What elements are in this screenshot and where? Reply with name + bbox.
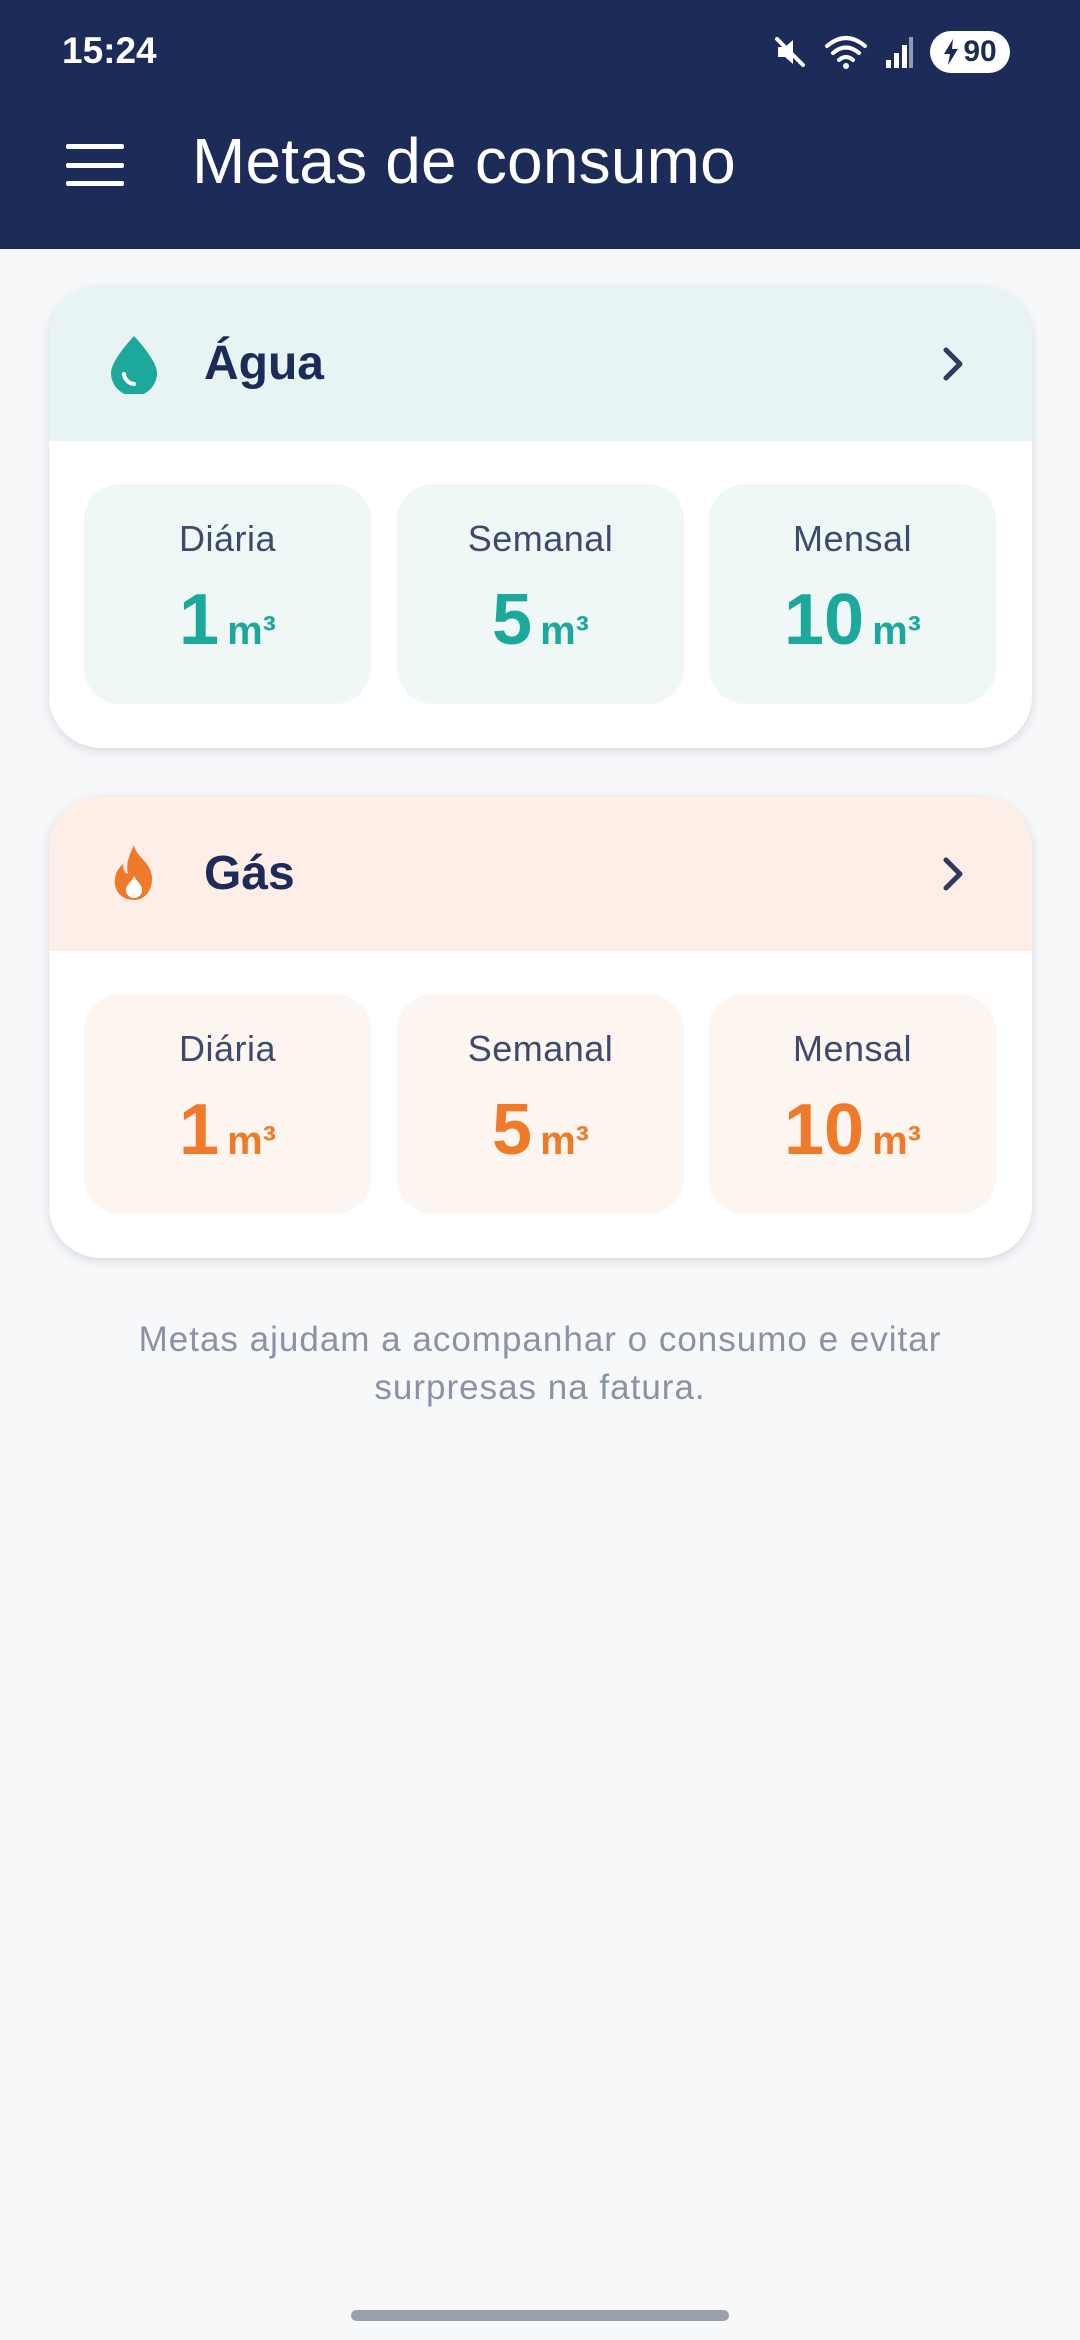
goal-card-agua: Água Diária 1 m³ Semanal 5 m³ Mensal 10: [49, 286, 1032, 748]
footnote: Metas ajudam a acompanhar o consumo e ev…: [138, 1320, 942, 1407]
goal-tile-mensal[interactable]: Mensal 10 m³: [709, 484, 996, 704]
goal-unit: m³: [540, 609, 589, 653]
goal-unit: m³: [872, 609, 921, 653]
goal-number: 10: [784, 580, 865, 660]
card-title: Água: [204, 337, 324, 390]
status-time: 15:24: [62, 30, 157, 71]
goal-label: Mensal: [792, 518, 913, 559]
goal-card-gas: Gás Diária 1 m³ Semanal 5 m³ Mensal 10 m…: [49, 796, 1032, 1258]
goal-number: 1: [179, 1090, 220, 1170]
goal-tile-semanal[interactable]: Semanal 5 m³: [397, 484, 684, 704]
goal-tile-semanal[interactable]: Semanal 5 m³: [397, 994, 684, 1214]
battery-level: 90: [963, 35, 997, 68]
goal-value: 10 m³: [709, 584, 996, 656]
goal-tile-diaria[interactable]: Diária 1 m³: [84, 484, 371, 704]
app-bar: 15:24 90 Metas de consumo: [0, 0, 1080, 249]
goal-label: Diária: [178, 518, 277, 559]
card-title: Gás: [204, 847, 295, 900]
goal-label: Mensal: [792, 1028, 913, 1069]
wifi-icon: [824, 34, 868, 70]
water-drop-icon: [103, 332, 165, 396]
chevron-right-icon[interactable]: [932, 342, 972, 386]
signal-icon: [884, 34, 914, 70]
goal-number: 10: [784, 1090, 865, 1170]
chevron-right-icon[interactable]: [932, 852, 972, 896]
goal-unit: m³: [872, 1119, 921, 1163]
goal-value: 1 m³: [84, 584, 371, 656]
goal-number: 1: [179, 580, 220, 660]
goal-unit: m³: [227, 1119, 276, 1163]
home-indicator[interactable]: [351, 2310, 729, 2321]
card-header-agua[interactable]: Água: [49, 286, 1032, 441]
card-body-agua: Diária 1 m³ Semanal 5 m³ Mensal 10 m³: [49, 441, 1032, 748]
card-header-gas[interactable]: Gás: [49, 796, 1032, 951]
goal-value: 1 m³: [84, 1094, 371, 1166]
battery-charging-icon: 90: [930, 31, 1010, 73]
goal-value: 5 m³: [397, 584, 684, 656]
goal-number: 5: [492, 1090, 533, 1170]
goal-label: Semanal: [467, 518, 614, 559]
goal-tile-diaria[interactable]: Diária 1 m³: [84, 994, 371, 1214]
goal-tile-mensal[interactable]: Mensal 10 m³: [709, 994, 996, 1214]
goal-label: Semanal: [467, 1028, 614, 1069]
status-icons: 90: [772, 30, 1010, 74]
goal-number: 5: [492, 580, 533, 660]
hamburger-menu-icon[interactable]: [62, 140, 128, 190]
card-body-gas: Diária 1 m³ Semanal 5 m³ Mensal 10 m³: [49, 951, 1032, 1258]
goal-value: 5 m³: [397, 1094, 684, 1166]
goal-unit: m³: [227, 609, 276, 653]
goal-unit: m³: [540, 1119, 589, 1163]
flame-icon: [103, 842, 165, 904]
page-title: Metas de consumo: [192, 125, 736, 197]
mute-icon: [772, 34, 808, 70]
goal-value: 10 m³: [709, 1094, 996, 1166]
goal-label: Diária: [178, 1028, 277, 1069]
